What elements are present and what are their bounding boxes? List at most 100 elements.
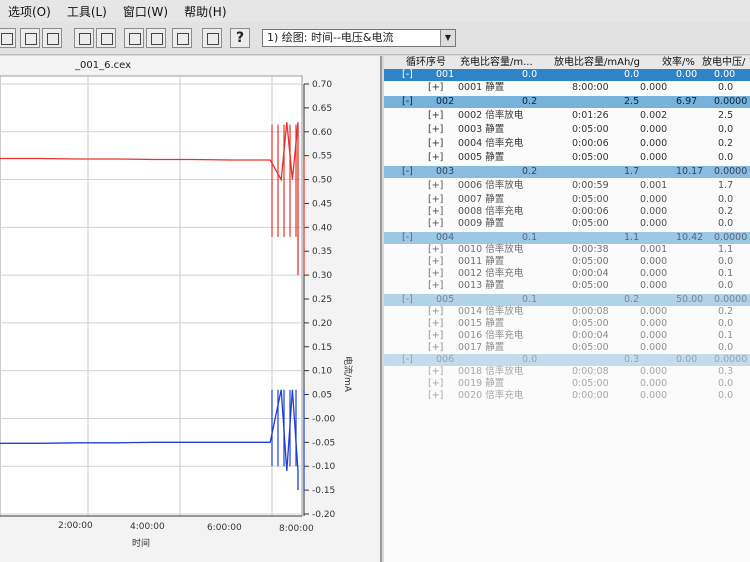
zoom-y-icon[interactable] — [20, 28, 40, 48]
step-value: 0.000 — [640, 306, 668, 317]
expand-toggle[interactable]: [+] — [428, 194, 443, 206]
step-row[interactable]: [+] 0002 倍率放电 0:01:26 0.002 2.5 — [384, 110, 750, 122]
expand-toggle[interactable]: [-] — [402, 166, 413, 178]
expand-toggle[interactable]: [+] — [428, 268, 443, 280]
menu-options[interactable]: 选项(O) — [0, 3, 59, 20]
step-row[interactable]: [+] 0009 静置 0:05:00 0.000 0.0 — [384, 218, 750, 230]
chevron-down-icon[interactable]: ▼ — [440, 30, 455, 46]
expand-toggle[interactable]: [+] — [428, 342, 443, 354]
efficiency: 10.17 — [676, 166, 704, 177]
time-voltage-current-chart[interactable]: 0.70 0.65 0.60 0.55 0.50 0.45 0.40 0.35 0.30 0.25… — [0, 56, 380, 562]
step-row[interactable]: [+] 0012 倍率充电 0:00:04 0.000 0.1 — [384, 268, 750, 280]
step-row[interactable]: [+] 0004 倍率充电 0:00:06 0.000 0.2 — [384, 138, 750, 150]
step-row[interactable]: [+] 0001 静置 8:00:00 0.000 0.0 — [384, 82, 750, 94]
cycle-row[interactable]: [-] 003 0.2 1.7 10.17 0.0000 — [384, 166, 750, 178]
step-row[interactable]: [+] 0019 静置 0:05:00 0.000 0.0 — [384, 378, 750, 390]
step-row[interactable]: [+] 0015 静置 0:05:00 0.000 0.0 — [384, 318, 750, 330]
help-button[interactable]: ? — [230, 28, 250, 48]
expand-toggle[interactable]: [+] — [428, 390, 443, 402]
y-tick-label: -0.15 — [312, 486, 335, 496]
step-row[interactable]: [+] 0020 倍率充电 0:00:00 0.000 0.0 — [384, 390, 750, 402]
step-row[interactable]: [+] 0005 静置 0:05:00 0.000 0.0 — [384, 152, 750, 164]
step-row[interactable]: [+] 0008 倍率充电 0:00:06 0.000 0.2 — [384, 206, 750, 218]
step-row[interactable]: [+] 0013 静置 0:05:00 0.000 0.0 — [384, 280, 750, 292]
step-duration: 0:00:06 — [572, 138, 609, 149]
report-icon[interactable] — [124, 28, 144, 48]
menu-tools[interactable]: 工具(L) — [59, 3, 115, 20]
expand-toggle[interactable]: [+] — [428, 366, 443, 378]
expand-toggle[interactable]: [-] — [402, 69, 413, 81]
expand-toggle[interactable]: [-] — [402, 232, 413, 244]
expand-toggle[interactable]: [+] — [428, 256, 443, 268]
step-row[interactable]: [+] 0007 静置 0:05:00 0.000 0.0 — [384, 194, 750, 206]
export-icon[interactable] — [96, 28, 116, 48]
expand-toggle[interactable]: [-] — [402, 294, 413, 306]
step-capacity: 0.1 — [718, 330, 734, 341]
step-duration: 0:01:26 — [572, 110, 609, 121]
cycle-row[interactable]: [-] 002 0.2 2.5 6.97 0.0000 — [384, 96, 750, 108]
step-row[interactable]: [+] 0003 静置 0:05:00 0.000 0.0 — [384, 124, 750, 136]
plot-type-select[interactable]: 1) 绘图: 时间--电压&电流 ▼ — [262, 29, 456, 47]
expand-toggle[interactable]: [+] — [428, 244, 443, 256]
expand-toggle[interactable]: [+] — [428, 206, 443, 218]
step-duration: 0:00:00 — [572, 390, 609, 401]
plot-area — [0, 75, 303, 517]
menu-help[interactable]: 帮助(H) — [176, 3, 234, 20]
step-row[interactable]: [+] 0011 静置 0:05:00 0.000 0.0 — [384, 256, 750, 268]
charge-capacity: 0.0 — [522, 354, 538, 365]
y-tick-label: -0.10 — [312, 462, 336, 472]
expand-toggle[interactable]: [+] — [428, 330, 443, 342]
step-duration: 0:00:04 — [572, 330, 609, 341]
charge-capacity: 0.1 — [522, 232, 538, 243]
y-tick-label: 0.30 — [312, 271, 332, 281]
step-row[interactable]: [+] 0006 倍率放电 0:00:59 0.001 1.7 — [384, 180, 750, 192]
step-row[interactable]: [+] 0017 静置 0:05:00 0.000 0.0 — [384, 342, 750, 354]
step-duration: 0:05:00 — [572, 280, 609, 291]
step-row[interactable]: [+] 0016 倍率充电 0:00:04 0.000 0.1 — [384, 330, 750, 342]
y-tick-label: 0.45 — [312, 199, 332, 209]
y-tick-label: -0.20 — [312, 510, 336, 520]
expand-toggle[interactable]: [-] — [402, 354, 413, 366]
cycle-row[interactable]: [-] 005 0.1 0.2 50.00 0.0000 — [384, 294, 750, 306]
expand-toggle[interactable]: [+] — [428, 110, 443, 122]
step-row[interactable]: [+] 0018 倍率放电 0:00:08 0.000 0.3 — [384, 366, 750, 378]
x-tick-label: 8:00:00 — [279, 524, 314, 534]
expand-toggle[interactable]: [+] — [428, 318, 443, 330]
expand-toggle[interactable]: [+] — [428, 152, 443, 164]
zoom-all-icon[interactable] — [42, 28, 62, 48]
step-duration: 0:00:08 — [572, 366, 609, 377]
fit-icon[interactable] — [0, 28, 16, 48]
cycle-id: 005 — [436, 294, 455, 305]
col-cycle-no[interactable]: 循环序号 — [406, 56, 446, 70]
expand-toggle[interactable]: [-] — [402, 96, 413, 108]
step-value: 0.001 — [640, 180, 668, 191]
expand-toggle[interactable]: [+] — [428, 218, 443, 230]
expand-toggle[interactable]: [+] — [428, 306, 443, 318]
cycle-row[interactable]: [-] 001 0.0 0.0 0.00 0.00 — [384, 69, 750, 81]
menu-window[interactable]: 窗口(W) — [115, 3, 176, 20]
col-discharge-capacity[interactable]: 放电比容量/mAh/g — [554, 56, 642, 70]
cycle-row[interactable]: [-] 004 0.1 1.1 10.42 0.0000 — [384, 232, 750, 244]
expand-toggle[interactable]: [+] — [428, 82, 443, 94]
step-value: 0.000 — [640, 82, 668, 93]
expand-toggle[interactable]: [+] — [428, 280, 443, 292]
cycle-id: 006 — [436, 354, 455, 365]
col-charge-capacity[interactable]: 充电比容量/m... — [460, 56, 538, 70]
expand-toggle[interactable]: [+] — [428, 378, 443, 390]
y-tick-label: 0.25 — [312, 295, 332, 305]
expand-toggle[interactable]: [+] — [428, 180, 443, 192]
step-row[interactable]: [+] 0014 倍率放电 0:00:08 0.000 0.2 — [384, 306, 750, 318]
pen-icon[interactable] — [202, 28, 222, 48]
step-capacity: 0.2 — [718, 306, 734, 317]
grid-icon[interactable] — [172, 28, 192, 48]
col-discharge-mid-voltage[interactable]: 放电中压/ — [702, 56, 750, 70]
copy-icon[interactable] — [74, 28, 94, 48]
discharge-capacity: 1.1 — [624, 232, 640, 243]
col-efficiency[interactable]: 效率/% — [662, 56, 695, 70]
cycle-row[interactable]: [-] 006 0.0 0.3 0.00 0.0000 — [384, 354, 750, 366]
expand-toggle[interactable]: [+] — [428, 138, 443, 150]
step-row[interactable]: [+] 0010 倍率放电 0:00:38 0.001 1.1 — [384, 244, 750, 256]
print-icon[interactable] — [146, 28, 166, 48]
expand-toggle[interactable]: [+] — [428, 124, 443, 136]
y-tick-label: -0.05 — [312, 438, 335, 448]
